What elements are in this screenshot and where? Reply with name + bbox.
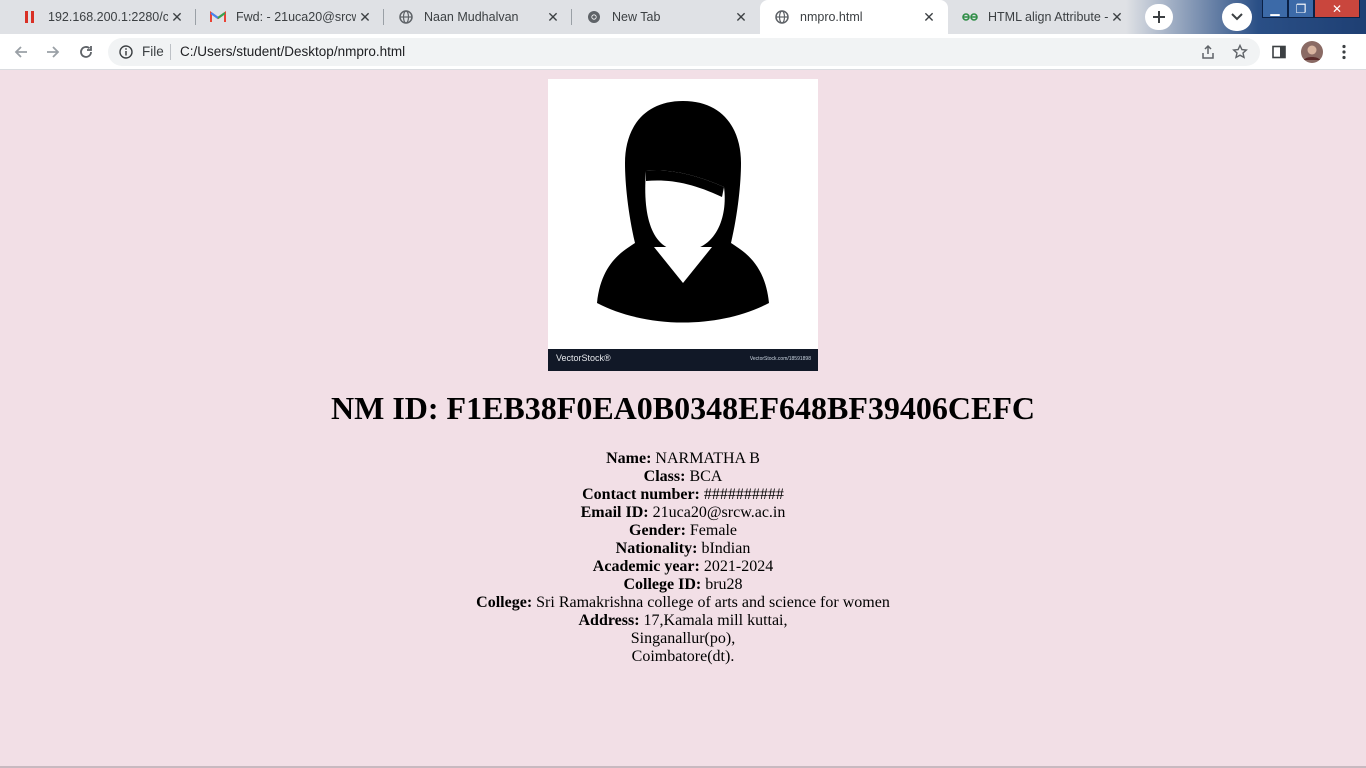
detail-value: ########## [703,486,784,503]
watermark-text: VectorStock® [556,353,611,363]
watermark-band: VectorStock® VectorStock.com/18591898 [548,349,818,371]
detail-row: Contact number: ########## [0,486,1366,504]
maximize-button[interactable]: ❐ [1288,0,1314,18]
url-text[interactable]: C:/Users/student/Desktop/nmpro.html [180,44,405,60]
address-line: Coimbatore(dt). [631,648,735,665]
new-tab-button[interactable] [1145,4,1173,30]
plus-icon [1153,11,1165,23]
detail-label: Class: [643,468,686,485]
tab-html-align[interactable]: HTML align Attribute - ( ✕ [948,0,1136,34]
detail-label: College: [476,594,533,611]
globe-icon [398,9,414,25]
nm-id-value: F1EB38F0EA0B0348EF648BF39406CEFC [446,390,1035,426]
bookmark-button[interactable] [1226,38,1254,66]
watermark-url: VectorStock.com/18591898 [749,356,811,362]
share-button[interactable] [1194,38,1222,66]
address-line: Singanallur(po), [630,630,736,647]
tab-title: Naan Mudhalvan [424,10,519,24]
detail-label: Name: [606,450,652,467]
tab-cpanel[interactable]: 192.168.200.1:2280/cp ✕ [8,0,196,34]
detail-label: Gender: [629,522,686,539]
profile-avatar[interactable] [1298,38,1326,66]
profile-photo: VectorStock® VectorStock.com/18591898 [548,79,818,371]
chevron-down-icon [1231,13,1243,21]
tab-strip: 192.168.200.1:2280/cp ✕ Fwd: - 21uca20@s… [0,0,1366,34]
close-icon[interactable]: ✕ [732,8,750,26]
share-icon [1202,44,1214,59]
tab-gmail[interactable]: Fwd: - 21uca20@srcw.a ✕ [196,0,384,34]
avatar-icon [1301,41,1323,63]
tab-title: Fwd: - 21uca20@srcw.a [236,10,356,24]
back-button[interactable] [7,38,35,66]
info-icon[interactable] [118,44,134,60]
detail-label: Contact number: [582,486,700,503]
detail-value: bIndian [701,540,751,557]
forward-button[interactable] [39,38,67,66]
tab-title: HTML align Attribute - ( [988,10,1108,24]
gmail-icon [210,9,226,25]
tab-search-button[interactable] [1222,3,1252,31]
detail-row: Nationality: bIndian [0,540,1366,558]
page-content: VectorStock® VectorStock.com/18591898 NM… [0,70,1366,768]
tab-new-tab[interactable]: New Tab ✕ [572,0,760,34]
detail-value: Female [689,522,737,539]
address-bar[interactable]: File C:/Users/student/Desktop/nmpro.html [108,38,1260,66]
close-icon[interactable]: ✕ [356,8,374,26]
detail-value: bru28 [705,576,743,593]
more-vert-icon [1342,44,1346,60]
detail-value: BCA [689,468,723,485]
detail-row: College: Sri Ramakrishna college of arts… [0,594,1366,612]
menu-button[interactable] [1330,38,1358,66]
forward-arrow-icon [47,46,60,58]
pause-icon [22,9,38,25]
detail-value: Sri Ramakrishna college of arts and scie… [536,594,890,611]
detail-label: Email ID: [580,504,649,521]
nm-id-label: NM ID: [331,390,439,426]
detail-value: 17,Kamala mill kuttai, [643,612,788,629]
tab-naan-mudhalvan[interactable]: Naan Mudhalvan ✕ [384,0,572,34]
detail-label: Academic year: [592,558,700,575]
detail-label: College ID: [623,576,702,593]
scheme-label: File [142,44,164,59]
close-icon[interactable]: ✕ [168,8,186,26]
female-avatar-icon [597,101,769,323]
page-title: NM ID: F1EB38F0EA0B0348EF648BF39406CEFC [0,390,1366,427]
reload-icon [80,46,92,58]
browser-chrome: 192.168.200.1:2280/cp ✕ Fwd: - 21uca20@s… [0,0,1366,70]
chrome-icon [586,9,602,25]
close-icon[interactable]: ✕ [920,8,938,26]
tab-nmpro[interactable]: nmpro.html ✕ [760,0,948,34]
detail-row: Address: 17,Kamala mill kuttai, [0,612,1366,630]
detail-value: 21uca20@srcw.ac.in [652,504,786,521]
divider [170,44,171,60]
close-window-button[interactable]: ✕ [1314,0,1360,18]
tab-title: 192.168.200.1:2280/cp [48,10,168,24]
star-icon [1232,44,1248,59]
globe-icon [774,9,790,25]
back-arrow-icon [14,46,27,58]
tab-title: nmpro.html [800,10,863,24]
tab-title: New Tab [612,10,661,24]
side-panel-icon [1272,45,1286,59]
profile-details: Name: NARMATHA B Class: BCA Contact numb… [0,450,1366,666]
minimize-button[interactable]: ▁ [1262,0,1288,18]
detail-row: Email ID: 21uca20@srcw.ac.in [0,504,1366,522]
detail-row: Academic year: 2021-2024 [0,558,1366,576]
detail-row: Name: NARMATHA B [0,450,1366,468]
detail-row: Gender: Female [0,522,1366,540]
detail-value: 2021-2024 [703,558,774,575]
toolbar: File C:/Users/student/Desktop/nmpro.html [0,34,1366,70]
detail-label: Nationality: [615,540,698,557]
side-panel-button[interactable] [1265,38,1293,66]
geeks-icon [962,9,978,25]
reload-button[interactable] [72,38,100,66]
close-icon[interactable]: ✕ [544,8,562,26]
detail-row: College ID: bru28 [0,576,1366,594]
detail-value: NARMATHA B [655,450,760,467]
detail-row: Class: BCA [0,468,1366,486]
close-icon[interactable]: ✕ [1108,8,1126,26]
detail-label: Address: [578,612,640,629]
